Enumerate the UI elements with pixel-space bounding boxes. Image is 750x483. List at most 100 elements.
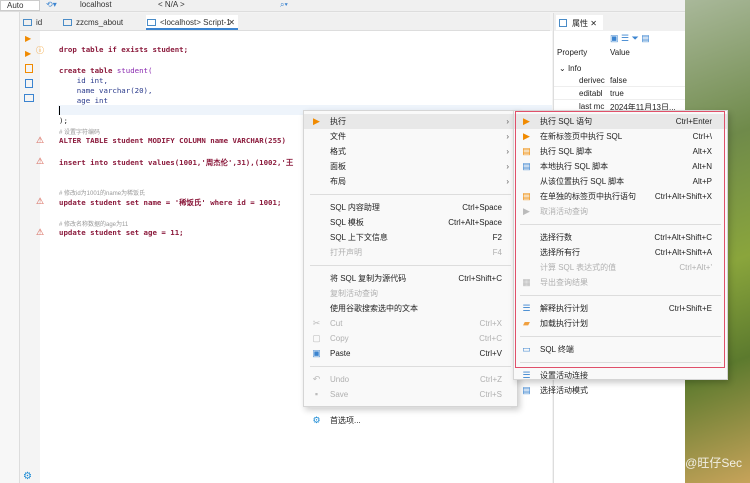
menu-item[interactable]: 布局 › [304,174,517,189]
execute-statement-icon[interactable]: ▶ [25,34,31,43]
terminal-icon[interactable] [24,94,34,102]
menu-item[interactable]: ▤ 执行 SQL 脚本 Alt+X [514,144,727,159]
menu-item[interactable]: 文件 › [304,129,517,144]
menu-item[interactable]: 将 SQL 复制为源代码 Ctrl+Shift+C [304,271,517,286]
menu-item[interactable]: ▶ 执行 SQL 语句 Ctrl+Enter [514,114,727,129]
connection-selector[interactable]: localhost [80,0,112,9]
menu-item[interactable]: ▪ Save Ctrl+S [304,387,517,402]
menu-item[interactable]: 从该位置执行 SQL 脚本 Alt+P [514,174,727,189]
menu-item[interactable]: ☰ 设置活动连接 [514,368,727,383]
code-line: drop table if exists student; [59,45,189,54]
menu-item-shortcut: Ctrl+Shift+E [668,304,712,313]
cancel-icon: ▶ [523,206,530,216]
group-info[interactable]: ⌄ Info [559,64,581,73]
menu-item-shortcut: Ctrl+Alt+Shift+X [654,192,712,201]
menu-item[interactable]: 选择所有行 Ctrl+Alt+Shift+A [514,245,727,260]
tab-label: <localhost> Script-1 [160,18,231,27]
close-icon[interactable]: ✕ [228,15,235,30]
menu-item-label: 选择所有行 [540,248,580,257]
menu-item-label: SQL 模板 [330,218,364,227]
menu-item-shortcut: Ctrl+Enter [675,117,712,126]
column-value: Value [610,48,630,57]
menu-separator [310,407,511,408]
code-line: update student set name = '稀饭氏' where id… [59,198,282,207]
property-value: true [610,89,624,98]
terminal-icon: ▭ [522,344,531,354]
property-row[interactable]: derivec false [554,76,686,87]
menu-item-label: 使用谷歌搜索选中的文本 [330,304,418,313]
code-comment: # 修改名称数据的age为11 [59,222,129,228]
menu-item[interactable]: ▶ 执行 › [304,114,517,129]
code-line: age int [59,96,108,105]
explain-plan-icon[interactable] [25,79,33,88]
menu-item[interactable]: 复制活动查询 [304,286,517,301]
code-line: ALTER TABLE student MODIFY COLUMN name V… [59,136,286,145]
menu-item[interactable]: ▤ 本地执行 SQL 脚本 Alt+N [514,159,727,174]
property-row[interactable]: editabl true [554,89,686,100]
menu-item[interactable]: SQL 模板 Ctrl+Alt+Space [304,215,517,230]
menu-item[interactable]: ▢ Copy Ctrl+C [304,331,517,346]
menu-item[interactable]: 使用谷歌搜索选中的文本 [304,301,517,316]
menu-separator [520,295,721,296]
menu-item[interactable]: ✂ Cut Ctrl+X [304,316,517,331]
menu-item[interactable]: ▦ 导出查询结果 [514,275,727,290]
close-icon[interactable]: ✕ [590,19,597,28]
script-icon: ▤ [522,146,531,156]
menu-item[interactable]: ▭ SQL 终端 [514,342,727,357]
menu-item-label: 选择活动模式 [540,386,588,395]
properties-toolbar-icons[interactable]: ▣ ☰ ⏷ ▤ [610,33,650,44]
menu-item[interactable]: 格式 › [304,144,517,159]
menu-item[interactable]: 计算 SQL 表达式的值 Ctrl+Alt+' [514,260,727,275]
menu-item[interactable]: 选择行数 Ctrl+Alt+Shift+C [514,230,727,245]
menu-item[interactable]: ▶ 在新标签页中执行 SQL Ctrl+\ [514,129,727,144]
menu-item-label: Paste [330,349,351,358]
menu-item-label: 首选项... [330,416,361,425]
menu-item-shortcut: Ctrl+Alt+Shift+C [654,233,712,242]
menu-item-label: 加载执行计划 [540,319,588,328]
column-icon [23,19,32,26]
menu-item-shortcut: Alt+P [692,177,712,186]
menu-item-shortcut: Ctrl+V [479,349,502,358]
menu-item[interactable]: ▶ 取消活动查询 [514,204,727,219]
menu-item-label: SQL 终端 [540,345,574,354]
menu-item[interactable]: ☰ 解释执行计划 Ctrl+Shift+E [514,301,727,316]
search-icon[interactable]: ⌕▾ [280,0,288,10]
menu-item-shortcut: Ctrl+X [479,319,502,328]
menu-item[interactable]: SQL 上下文信息 F2 [304,230,517,245]
code-line: create table student( [59,66,152,75]
settings-gear-icon[interactable]: ⚙ [23,471,32,482]
code-line: id int, [59,76,108,85]
menu-item[interactable]: 打开声明 F4 [304,245,517,260]
copy-icon: ▢ [312,333,321,343]
menu-separator [520,362,721,363]
schema-selector[interactable]: < N/A > [158,0,185,9]
menu-item[interactable]: ▤ 在单独的标签页中执行语句 Ctrl+Alt+Shift+X [514,189,727,204]
menu-item[interactable]: ⚙ 首选项... [304,413,517,428]
tab-script-1[interactable]: <localhost> Script-1 ✕ [146,15,238,30]
undo-icon: ↶ [312,374,321,384]
menu-item[interactable]: ▤ 选择活动模式 [514,383,727,398]
property-value: false [610,76,627,85]
chevron-right-icon: › [506,162,509,171]
menu-item[interactable]: SQL 内容助理 Ctrl+Space [304,200,517,215]
save-icon: ▪ [314,389,319,399]
menu-item[interactable]: 面板 › [304,159,517,174]
menu-item[interactable]: ↶ Undo Ctrl+Z [304,372,517,387]
tab-zzcms-about[interactable]: zzcms_about [62,15,123,30]
menu-item[interactable]: ▰ 加载执行计划 [514,316,727,331]
menu-item[interactable]: ▣ Paste Ctrl+V [304,346,517,361]
property-name: editabl [579,89,603,98]
tab-id[interactable]: id [22,15,42,30]
menu-item-label: Copy [330,334,349,343]
execute-script-icon[interactable] [25,64,33,73]
history-icon[interactable]: ⟲▾ [46,0,57,9]
menu-item-label: Undo [330,375,350,384]
tab-properties[interactable]: 属性 ✕ [556,15,603,30]
play-icon: ▶ [313,116,320,126]
execute-new-tab-icon[interactable]: ▶ [25,49,31,58]
transaction-mode-select[interactable]: Auto [0,0,40,11]
schema-icon: ▤ [522,385,531,395]
menu-item-shortcut: F4 [492,248,502,257]
watermark: CSDN @旺仔Sec [647,456,742,470]
play-new-tab-icon: ▶ [523,131,530,141]
